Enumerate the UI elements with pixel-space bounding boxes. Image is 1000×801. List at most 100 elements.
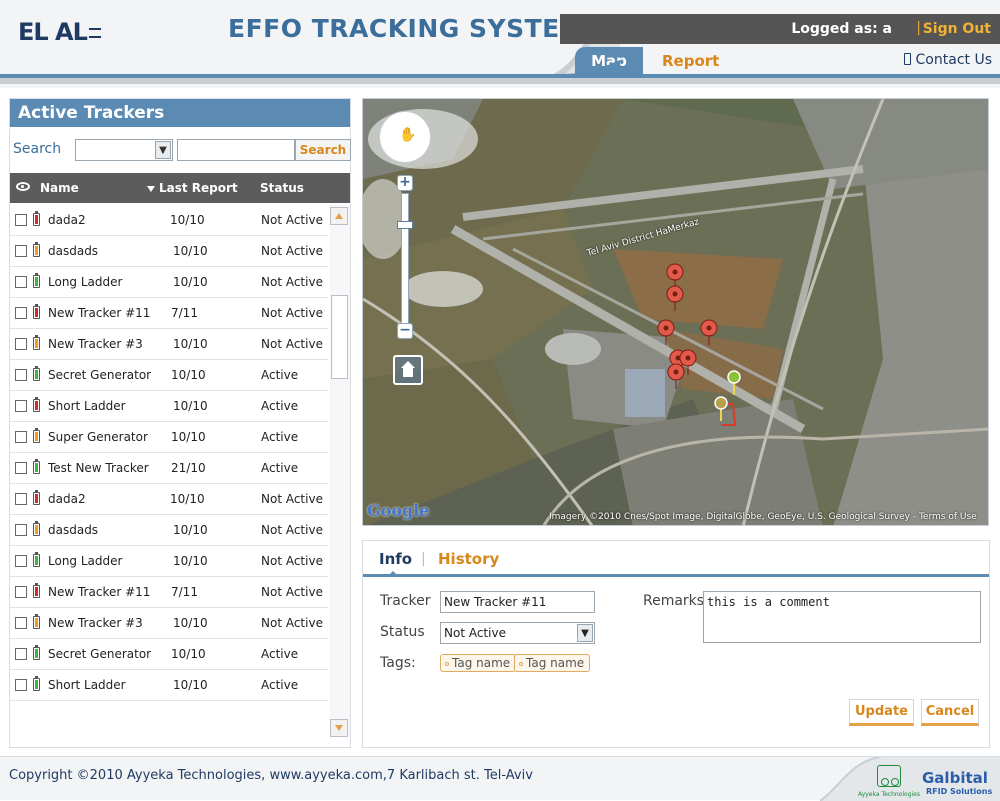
row-checkbox[interactable] <box>15 679 27 691</box>
table-row[interactable]: Test New Tracker 21/10 Active <box>10 453 328 484</box>
table-row[interactable]: Super Generator 10/10 Active <box>10 422 328 453</box>
galbital-tagline: RFID Solutions <box>926 787 993 796</box>
scrollbar-track[interactable] <box>330 205 350 737</box>
battery-icon <box>33 490 40 505</box>
sign-out-link[interactable]: Sign Out <box>923 21 991 37</box>
israel-flag-icon <box>88 28 101 38</box>
table-row[interactable]: dada2 10/10 Not Active <box>10 484 328 515</box>
logged-as-text: Logged as: a <box>791 21 892 37</box>
scroll-down-button[interactable] <box>330 719 348 737</box>
table-row[interactable]: Short Ladder 10/10 Active <box>10 670 328 701</box>
copyright-text: Copyright ©2010 Ayyeka Technologies, www… <box>9 768 533 783</box>
table-row[interactable]: Long Ladder 10/10 Not Active <box>10 267 328 298</box>
table-row[interactable]: New Tracker #3 10/10 Not Active <box>10 329 328 360</box>
table-row[interactable]: New Tracker #11 7/11 Not Active <box>10 577 328 608</box>
tag-icon <box>445 662 449 666</box>
tracker-name: New Tracker #11 <box>48 306 151 320</box>
column-status[interactable]: Status <box>260 181 304 195</box>
status-select[interactable]: Not Active ▼ <box>440 622 595 644</box>
row-checkbox[interactable] <box>15 400 27 412</box>
scroll-up-button[interactable] <box>330 207 348 225</box>
tracker-status: Active <box>261 399 299 413</box>
battery-level <box>35 525 38 534</box>
tracker-status: Not Active <box>261 306 323 320</box>
tracker-status: Not Active <box>261 585 323 599</box>
row-checkbox[interactable] <box>15 214 27 226</box>
table-row[interactable]: Long Ladder 10/10 Not Active <box>10 546 328 577</box>
bicycle-icon <box>877 765 901 787</box>
row-checkbox[interactable] <box>15 276 27 288</box>
column-last-report[interactable]: Last Report <box>147 181 238 195</box>
table-row[interactable]: Short Ladder 10/10 Active <box>10 391 328 422</box>
zoom-out-button[interactable]: − <box>397 323 413 339</box>
table-row[interactable]: dasdads 10/10 Not Active <box>10 236 328 267</box>
row-checkbox[interactable] <box>15 524 27 536</box>
tracker-name: Long Ladder <box>48 554 123 568</box>
table-row[interactable]: Secret Generator 10/10 Active <box>10 639 328 670</box>
tag-chip-label: Tag name <box>526 656 585 670</box>
ayyeka-logo-text: Ayyeka Technologies <box>858 791 920 798</box>
map-marker[interactable] <box>666 285 684 311</box>
contact-us-link[interactable]: Contact Us <box>903 52 992 68</box>
battery-level <box>35 401 38 410</box>
table-row[interactable]: New Tracker #3 10/10 Not Active <box>10 608 328 639</box>
tab-history[interactable]: History <box>438 550 499 568</box>
tracker-last-report: 10/10 <box>173 337 208 351</box>
header-shadow-line <box>0 78 1000 84</box>
tracker-last-report: 10/10 <box>171 430 206 444</box>
tab-info[interactable]: Info <box>379 550 412 568</box>
map-marker[interactable] <box>657 319 675 345</box>
tag-chip[interactable]: Tag name <box>514 654 591 672</box>
zoom-slider[interactable] <box>401 193 409 327</box>
battery-level <box>35 308 38 317</box>
row-checkbox[interactable] <box>15 245 27 257</box>
tracker-last-report: 21/10 <box>171 461 206 475</box>
row-checkbox[interactable] <box>15 493 27 505</box>
home-icon[interactable] <box>393 355 423 385</box>
row-checkbox[interactable] <box>15 431 27 443</box>
tab-report[interactable]: Report <box>662 47 719 75</box>
remarks-textarea[interactable]: this is a comment <box>703 591 981 643</box>
track-start-marker[interactable] <box>725 369 743 395</box>
cancel-button[interactable]: Cancel <box>921 699 979 726</box>
tracker-last-report: 10/10 <box>170 492 205 506</box>
row-checkbox[interactable] <box>15 338 27 350</box>
tracker-status: Not Active <box>261 554 323 568</box>
battery-icon <box>33 211 40 226</box>
eye-icon[interactable] <box>16 182 30 191</box>
row-checkbox[interactable] <box>15 648 27 660</box>
map-view[interactable]: ✋ + − Tel Aviv District HaMerkaz Google … <box>362 98 989 526</box>
hand-icon: ✋ <box>399 127 417 143</box>
row-checkbox[interactable] <box>15 617 27 629</box>
table-row[interactable]: New Tracker #11 7/11 Not Active <box>10 298 328 329</box>
row-checkbox[interactable] <box>15 462 27 474</box>
search-button[interactable]: Search <box>295 139 351 161</box>
imagery-credit[interactable]: Imagery ©2010 Cnes/Spot Image, DigitalGl… <box>549 512 977 522</box>
table-row[interactable]: Secret Generator 10/10 Active <box>10 360 328 391</box>
google-logo[interactable]: Google <box>367 501 429 520</box>
search-filter-select[interactable]: ▼ <box>75 139 173 161</box>
row-checkbox[interactable] <box>15 555 27 567</box>
row-checkbox[interactable] <box>15 369 27 381</box>
column-name[interactable]: Name <box>40 181 79 195</box>
map-pan-control[interactable]: ✋ <box>379 111 431 163</box>
map-marker[interactable] <box>700 319 718 345</box>
tracker-name: dada2 <box>48 213 86 227</box>
tag-chip[interactable]: Tag name <box>440 654 517 672</box>
row-checkbox[interactable] <box>15 307 27 319</box>
map-marker[interactable] <box>667 363 685 389</box>
table-row[interactable]: dasdads 10/10 Not Active <box>10 515 328 546</box>
scrollbar-thumb[interactable] <box>331 295 348 379</box>
row-checkbox[interactable] <box>15 586 27 598</box>
tracker-name-field[interactable]: New Tracker #11 <box>440 591 595 613</box>
zoom-in-button[interactable]: + <box>397 175 413 191</box>
tracker-list: dada2 10/10 Not Active dasdads 10/10 Not Acti… <box>10 205 328 701</box>
track-end-marker[interactable] <box>712 395 730 421</box>
zoom-slider-handle[interactable] <box>397 221 413 229</box>
search-label: Search <box>13 141 62 157</box>
chevron-down-icon: ▼ <box>155 141 171 159</box>
table-row[interactable]: dada2 10/10 Not Active <box>10 205 328 236</box>
search-input[interactable] <box>177 139 295 161</box>
update-button[interactable]: Update <box>849 699 914 726</box>
column-last-report-label: Last Report <box>159 181 238 195</box>
